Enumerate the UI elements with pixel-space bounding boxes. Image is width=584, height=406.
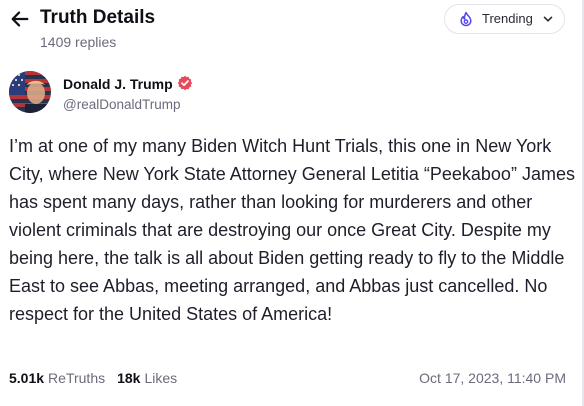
chevron-down-icon bbox=[543, 16, 553, 22]
post-timestamp: Oct 17, 2023, 11:40 PM bbox=[419, 370, 566, 386]
retruths-label: ReTruths bbox=[48, 370, 106, 386]
post-stats: 5.01k ReTruths 18k Likes bbox=[9, 369, 177, 387]
avatar-image bbox=[9, 71, 51, 113]
retruths-link[interactable]: 5.01k ReTruths bbox=[9, 369, 105, 387]
sort-label: Trending bbox=[482, 11, 533, 26]
likes-link[interactable]: 18k Likes bbox=[117, 369, 177, 387]
arrow-left-icon bbox=[11, 11, 29, 27]
verified-badge-icon bbox=[177, 75, 193, 91]
page-header: Truth Details 1409 replies Trending bbox=[0, 0, 584, 60]
author-handle[interactable]: @realDonaldTrump bbox=[63, 96, 181, 114]
replies-count: 1409 replies bbox=[40, 34, 117, 50]
sort-dropdown[interactable]: Trending bbox=[444, 4, 565, 34]
post-text: I’m at one of my many Biden Witch Hunt T… bbox=[9, 136, 575, 324]
page-title: Truth Details bbox=[40, 7, 156, 28]
author-name[interactable]: Donald J. Trump bbox=[63, 75, 173, 93]
retruths-count: 5.01k bbox=[9, 370, 45, 386]
likes-count: 18k bbox=[117, 370, 141, 386]
author-avatar[interactable] bbox=[9, 71, 51, 113]
flame-icon bbox=[460, 11, 472, 27]
likes-label: Likes bbox=[144, 370, 178, 386]
back-button[interactable] bbox=[8, 7, 32, 31]
